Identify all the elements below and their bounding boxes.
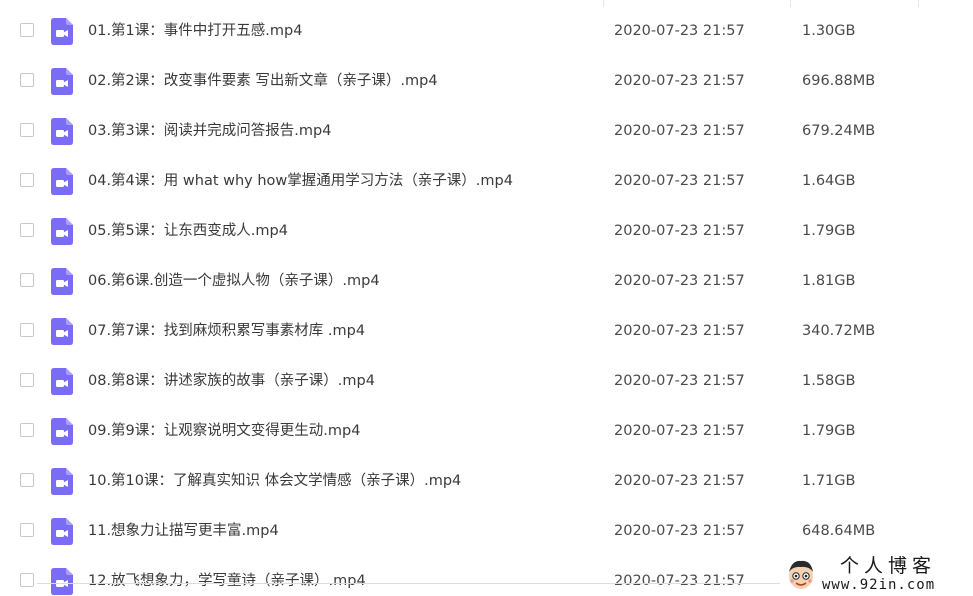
video-file-icon	[51, 18, 73, 45]
file-name[interactable]: 06.第6课.创造一个虚拟人物（亲子课）.mp4	[88, 271, 380, 291]
video-file-icon	[51, 168, 73, 195]
file-select-checkbox[interactable]	[20, 23, 34, 37]
file-row[interactable]: 10.第10课：了解真实知识 体会文学情感（亲子课）.mp4 2020-07-23…	[0, 457, 973, 507]
file-row[interactable]: 01.第1课：事件中打开五感.mp4 2020-07-23 21:57 1.30GB	[0, 7, 973, 57]
file-name[interactable]: 11.想象力让描写更丰富.mp4	[88, 521, 279, 541]
file-list: 01.第1课：事件中打开五感.mp4 2020-07-23 21:57 1.30GB…	[0, 7, 973, 596]
file-modified-date: 2020-07-23 21:57	[614, 173, 745, 189]
file-name[interactable]: 04.第4课：用 what why how掌握通用学习方法（亲子课）.mp4	[88, 171, 513, 191]
file-name[interactable]: 02.第2课：改变事件要素 写出新文章（亲子课）.mp4	[88, 71, 438, 91]
file-select-checkbox[interactable]	[20, 173, 34, 187]
column-divider	[790, 0, 791, 7]
file-size: 1.64GB	[802, 173, 856, 189]
file-select-checkbox[interactable]	[20, 273, 34, 287]
file-list-page: 01.第1课：事件中打开五感.mp4 2020-07-23 21:57 1.30GB…	[0, 0, 973, 596]
file-size: 340.72MB	[802, 323, 876, 339]
file-select-checkbox[interactable]	[20, 573, 34, 587]
file-row[interactable]: 11.想象力让描写更丰富.mp4 2020-07-23 21:57 648.64MB	[0, 507, 973, 557]
file-name[interactable]: 10.第10课：了解真实知识 体会文学情感（亲子课）.mp4	[88, 471, 461, 491]
video-file-icon	[51, 318, 73, 345]
file-row[interactable]: 06.第6课.创造一个虚拟人物（亲子课）.mp4 2020-07-23 21:57…	[0, 257, 973, 307]
file-select-checkbox[interactable]	[20, 123, 34, 137]
file-row[interactable]: 07.第7课：找到麻烦积累写事素材库 .mp4 2020-07-23 21:57 3…	[0, 307, 973, 357]
video-file-icon	[51, 68, 73, 95]
file-modified-date: 2020-07-23 21:57	[614, 523, 745, 539]
column-header-remnant	[0, 0, 973, 7]
file-row[interactable]: 05.第5课：让东西变成人.mp4 2020-07-23 21:57 1.79GB	[0, 207, 973, 257]
file-size: 1.71GB	[802, 473, 856, 489]
file-modified-date: 2020-07-23 21:57	[614, 423, 745, 439]
video-file-icon	[51, 368, 73, 395]
column-divider	[603, 0, 604, 7]
file-size: 679.24MB	[802, 123, 876, 139]
file-select-checkbox[interactable]	[20, 73, 34, 87]
file-name[interactable]: 05.第5课：让东西变成人.mp4	[88, 221, 288, 241]
file-size: 1.81GB	[802, 273, 856, 289]
file-select-checkbox[interactable]	[20, 223, 34, 237]
file-row[interactable]: 08.第8课：讲述家族的故事（亲子课）.mp4 2020-07-23 21:57 1…	[0, 357, 973, 407]
file-modified-date: 2020-07-23 21:57	[614, 473, 745, 489]
file-name[interactable]: 12.放飞想象力，学写童诗（亲子课）.mp4	[88, 571, 366, 591]
file-row[interactable]: 03.第3课：阅读并完成问答报告.mp4 2020-07-23 21:57 679.…	[0, 107, 973, 157]
video-file-icon	[51, 218, 73, 245]
file-size: 1.79GB	[802, 223, 856, 239]
file-row[interactable]: 02.第2课：改变事件要素 写出新文章（亲子课）.mp4 2020-07-23 2…	[0, 57, 973, 107]
file-name[interactable]: 03.第3课：阅读并完成问答报告.mp4	[88, 121, 331, 141]
video-file-icon	[51, 568, 73, 595]
file-name[interactable]: 01.第1课：事件中打开五感.mp4	[88, 21, 302, 41]
column-divider	[918, 0, 919, 7]
file-size: 1.79GB	[802, 423, 856, 439]
file-modified-date: 2020-07-23 21:57	[614, 373, 745, 389]
video-file-icon	[51, 268, 73, 295]
video-file-icon	[51, 418, 73, 445]
watermark-title: 个人博客	[840, 555, 937, 577]
watermark: 个人博客 www.92in.com	[780, 554, 973, 596]
file-modified-date: 2020-07-23 21:57	[614, 573, 745, 589]
video-file-icon	[51, 468, 73, 495]
file-select-checkbox[interactable]	[20, 523, 34, 537]
file-name[interactable]: 09.第9课：让观察说明文变得更生动.mp4	[88, 421, 360, 441]
video-file-icon	[51, 518, 73, 545]
file-size: 1.58GB	[802, 373, 856, 389]
file-row[interactable]: 04.第4课：用 what why how掌握通用学习方法（亲子课）.mp4 20…	[0, 157, 973, 207]
video-file-icon	[51, 118, 73, 145]
file-modified-date: 2020-07-23 21:57	[614, 73, 745, 89]
file-modified-date: 2020-07-23 21:57	[614, 123, 745, 139]
file-modified-date: 2020-07-23 21:57	[614, 273, 745, 289]
watermark-url: www.92in.com	[822, 577, 936, 593]
file-select-checkbox[interactable]	[20, 323, 34, 337]
file-size: 696.88MB	[802, 73, 876, 89]
file-size: 648.64MB	[802, 523, 876, 539]
file-size: 1.30GB	[802, 23, 856, 39]
file-name[interactable]: 07.第7课：找到麻烦积累写事素材库 .mp4	[88, 321, 365, 341]
file-row[interactable]: 09.第9课：让观察说明文变得更生动.mp4 2020-07-23 21:57 1.…	[0, 407, 973, 457]
file-modified-date: 2020-07-23 21:57	[614, 223, 745, 239]
file-modified-date: 2020-07-23 21:57	[614, 323, 745, 339]
file-name[interactable]: 08.第8课：讲述家族的故事（亲子课）.mp4	[88, 371, 375, 391]
cartoon-avatar-icon	[789, 560, 813, 589]
file-select-checkbox[interactable]	[20, 473, 34, 487]
file-select-checkbox[interactable]	[20, 373, 34, 387]
file-select-checkbox[interactable]	[20, 423, 34, 437]
file-modified-date: 2020-07-23 21:57	[614, 23, 745, 39]
